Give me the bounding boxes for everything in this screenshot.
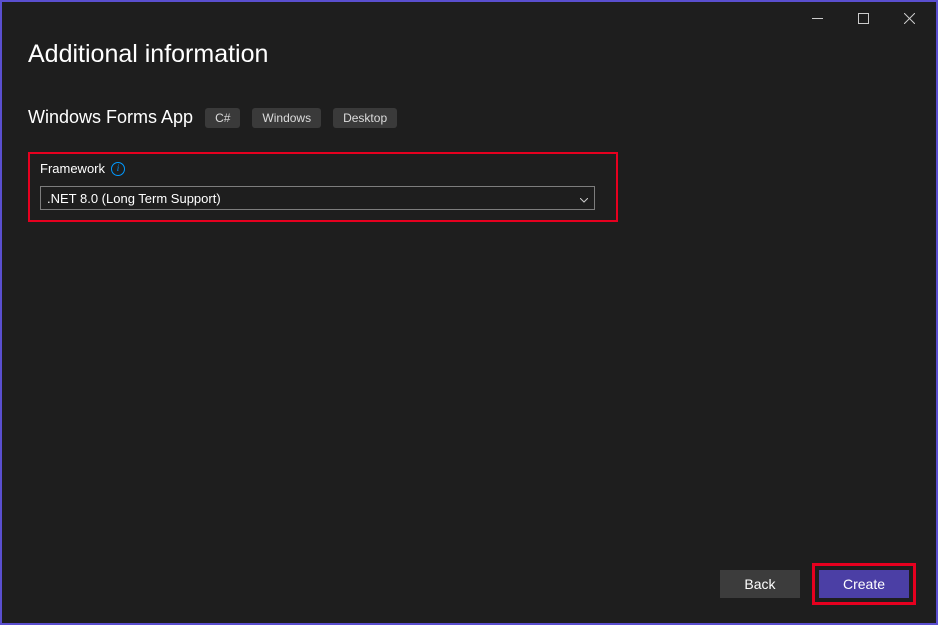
tag-windows: Windows	[252, 108, 321, 128]
framework-label: Framework	[40, 161, 105, 176]
titlebar	[2, 2, 936, 34]
maximize-button[interactable]	[840, 3, 886, 33]
framework-dropdown[interactable]: .NET 8.0 (Long Term Support)	[40, 186, 595, 210]
content-area: Additional information Windows Forms App…	[2, 34, 936, 222]
close-button[interactable]	[886, 3, 932, 33]
create-button[interactable]: Create	[819, 570, 909, 598]
dialog-window: Additional information Windows Forms App…	[0, 0, 938, 625]
minimize-button[interactable]	[794, 3, 840, 33]
framework-label-row: Framework i	[40, 161, 606, 176]
info-icon[interactable]: i	[111, 162, 125, 176]
footer-buttons: Back Create	[720, 563, 916, 605]
tag-desktop: Desktop	[333, 108, 397, 128]
framework-highlight-box: Framework i .NET 8.0 (Long Term Support)	[28, 152, 618, 222]
template-name: Windows Forms App	[28, 107, 193, 128]
tag-csharp: C#	[205, 108, 240, 128]
framework-selected-value: .NET 8.0 (Long Term Support)	[47, 191, 221, 206]
page-title: Additional information	[28, 40, 910, 69]
create-highlight-box: Create	[812, 563, 916, 605]
back-button[interactable]: Back	[720, 570, 800, 598]
chevron-down-icon	[580, 191, 588, 206]
window-controls	[794, 3, 932, 33]
template-row: Windows Forms App C# Windows Desktop	[28, 107, 910, 128]
